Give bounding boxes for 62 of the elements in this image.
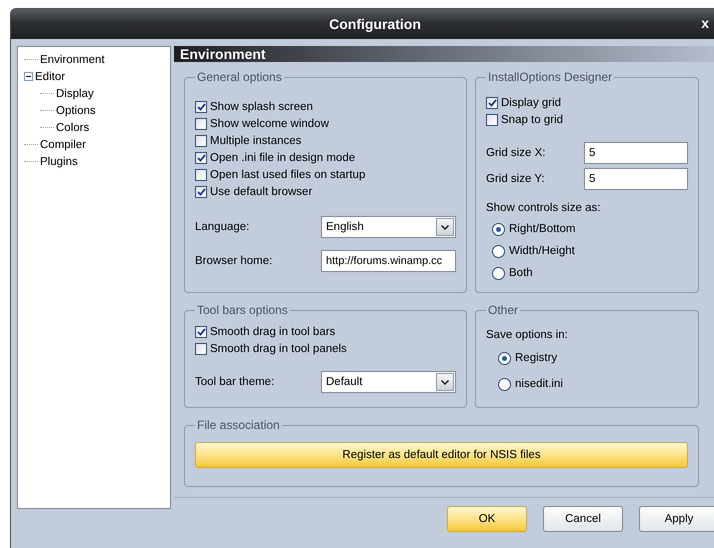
page-header: Environment xyxy=(174,46,714,62)
checkbox[interactable] xyxy=(195,326,207,338)
tree-item[interactable]: Compiler xyxy=(40,138,86,150)
field-label: Tool bar theme: xyxy=(195,376,274,388)
tree-item[interactable]: Editor xyxy=(35,70,66,82)
tree-item[interactable]: Environment xyxy=(40,54,105,66)
tree-item[interactable]: Plugins xyxy=(40,156,78,168)
radio-button[interactable] xyxy=(498,378,511,390)
field-label: Show controls size as: xyxy=(486,202,602,214)
checkbox[interactable] xyxy=(486,114,498,126)
checkbox-label[interactable]: Show splash screen xyxy=(210,100,313,112)
checkbox[interactable] xyxy=(195,118,207,130)
dialog-button[interactable]: OK xyxy=(447,506,527,532)
tree-item[interactable]: Colors xyxy=(56,122,90,134)
collapse-icon[interactable] xyxy=(24,72,33,81)
checkbox[interactable] xyxy=(195,134,207,146)
checkbox[interactable] xyxy=(195,168,207,180)
checkbox-label[interactable]: Open last used files on startup xyxy=(210,168,366,180)
checkbox[interactable] xyxy=(195,186,207,198)
field-label: Language: xyxy=(195,221,250,233)
checkbox-label[interactable]: Open .ini file in design mode xyxy=(210,152,356,164)
dropdown[interactable]: English xyxy=(321,216,456,238)
field-label: Grid size X: xyxy=(486,147,546,159)
checkbox-label[interactable]: Multiple instances xyxy=(210,134,302,146)
dropdown[interactable]: Default xyxy=(321,371,456,393)
radio-button[interactable] xyxy=(498,352,511,364)
group-title: Tool bars options xyxy=(196,303,289,317)
radio-button[interactable] xyxy=(492,266,505,280)
window-title: Configuration xyxy=(329,16,421,32)
radio-label[interactable]: Right/Bottom xyxy=(509,223,576,235)
checkbox-label[interactable]: Snap to grid xyxy=(501,114,564,126)
dialog-button[interactable]: Apply xyxy=(639,506,714,532)
checkbox-label[interactable]: Display grid xyxy=(501,96,562,108)
group-title: File association xyxy=(196,418,281,432)
radio-label[interactable]: nisedit.ini xyxy=(515,378,563,390)
field-label: Save options in: xyxy=(486,329,569,341)
checkbox-label[interactable]: Show welcome window xyxy=(210,118,329,130)
field-label: Browser home: xyxy=(195,255,272,267)
radio-label[interactable]: Width/Height xyxy=(509,245,575,257)
group-title: InstallOptions Designer xyxy=(487,70,614,84)
input-field[interactable]: http://forums.winamp.cc xyxy=(321,250,456,272)
checkbox[interactable] xyxy=(486,96,498,108)
checkbox[interactable] xyxy=(195,152,207,164)
input-field[interactable]: 5 xyxy=(584,168,688,190)
tree-item[interactable]: Display xyxy=(56,88,94,100)
group-title: Other xyxy=(487,303,520,317)
close-button[interactable]: x xyxy=(701,15,709,31)
radio-button[interactable] xyxy=(492,244,505,258)
tree-item[interactable]: Options xyxy=(56,104,96,116)
checkbox-label[interactable]: Smooth drag in tool bars xyxy=(210,326,336,338)
input-field[interactable]: 5 xyxy=(584,142,688,164)
checkbox-label[interactable]: Smooth drag in tool panels xyxy=(210,342,347,354)
checkbox[interactable] xyxy=(195,342,207,354)
group-title: General options xyxy=(196,70,283,84)
checkbox[interactable] xyxy=(195,100,207,112)
checkbox-label[interactable]: Use default browser xyxy=(210,186,312,198)
dialog-button[interactable]: Cancel xyxy=(543,506,623,532)
field-label: Grid size Y: xyxy=(486,173,545,185)
radio-button[interactable] xyxy=(492,222,505,236)
radio-label[interactable]: Registry xyxy=(515,352,558,364)
radio-label[interactable]: Both xyxy=(509,267,533,279)
register-button[interactable]: Register as default editor for NSIS files xyxy=(195,442,688,468)
